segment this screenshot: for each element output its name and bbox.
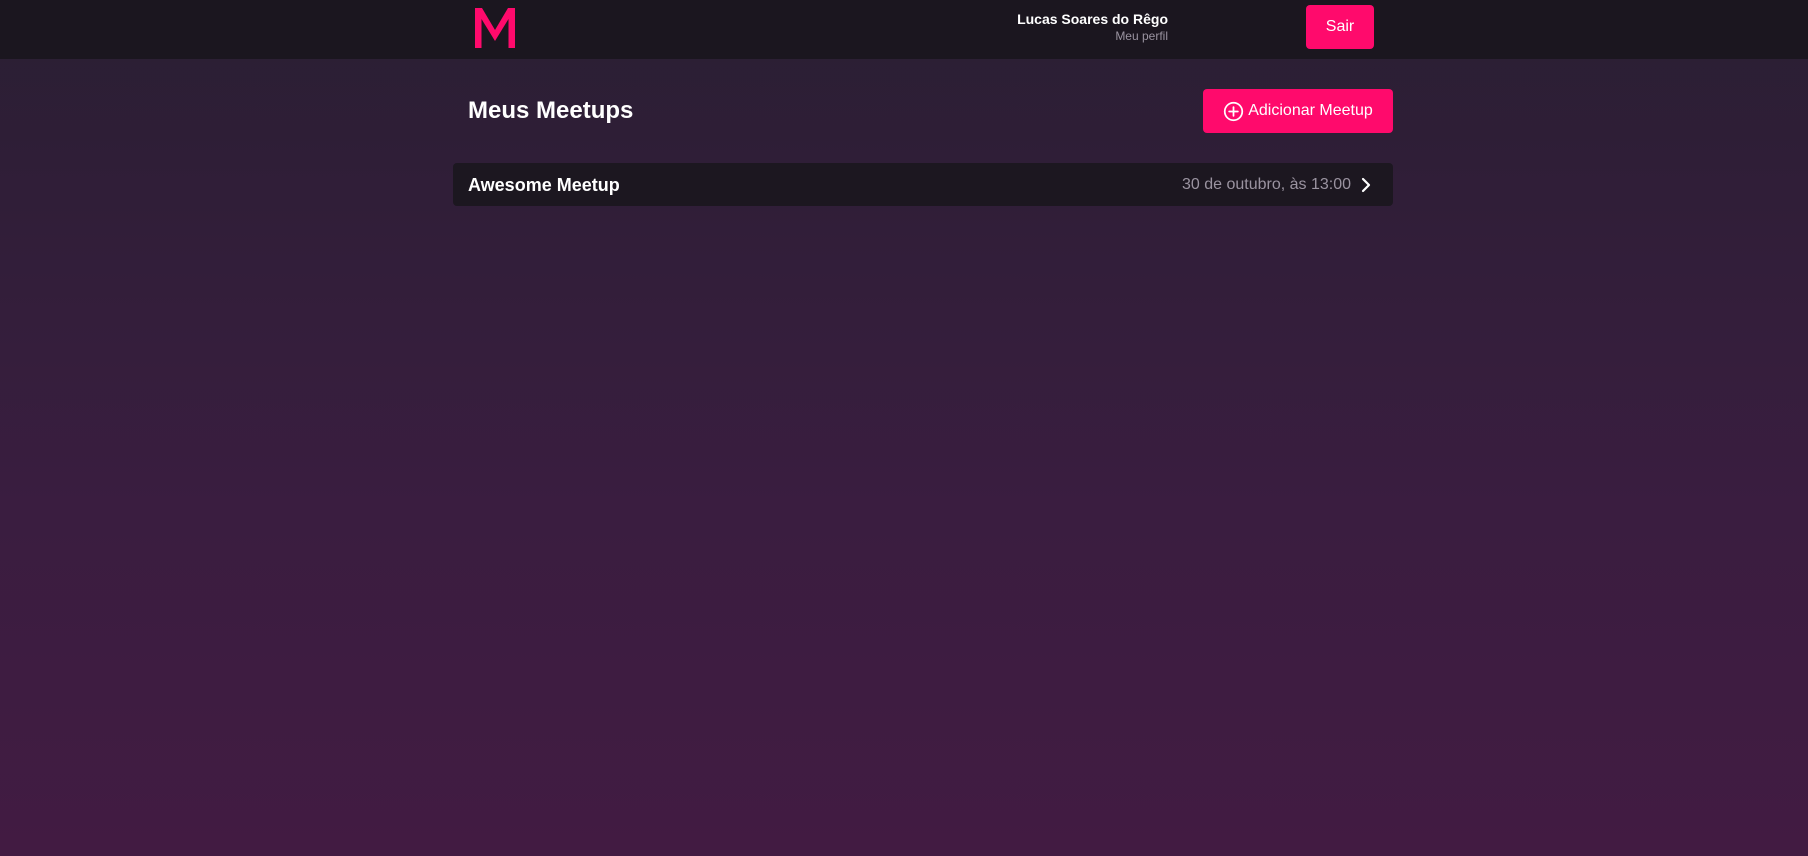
chevron-right-icon: [1361, 177, 1371, 193]
top-header: Lucas Soares do Rêgo Meu perfil Sair: [0, 0, 1808, 59]
meetup-list: Awesome Meetup 30 de outubro, às 13:00: [453, 163, 1393, 206]
meetup-date: 30 de outubro, às 13:00: [1181, 176, 1351, 193]
plus-circle-icon: [1224, 101, 1244, 121]
logout-button[interactable]: Sair: [1306, 5, 1374, 49]
user-profile: Lucas Soares do Rêgo Meu perfil: [1017, 11, 1168, 44]
meetup-title: Awesome Meetup: [468, 175, 620, 195]
profile-link[interactable]: Meu perfil: [1017, 28, 1168, 44]
page-title: Meus Meetups: [468, 97, 634, 124]
add-meetup-label: Adicionar Meetup: [1248, 102, 1373, 119]
meetup-meta: 30 de outubro, às 13:00: [1182, 175, 1373, 195]
meetup-item[interactable]: Awesome Meetup 30 de outubro, às 13:00: [453, 163, 1393, 206]
user-name: Lucas Soares do Rêgo: [1017, 11, 1168, 27]
add-meetup-button[interactable]: Adicionar Meetup: [1203, 89, 1393, 133]
header-content: Lucas Soares do Rêgo Meu perfil Sair: [470, 0, 1374, 59]
meetapp-logo-icon[interactable]: [472, 4, 518, 50]
